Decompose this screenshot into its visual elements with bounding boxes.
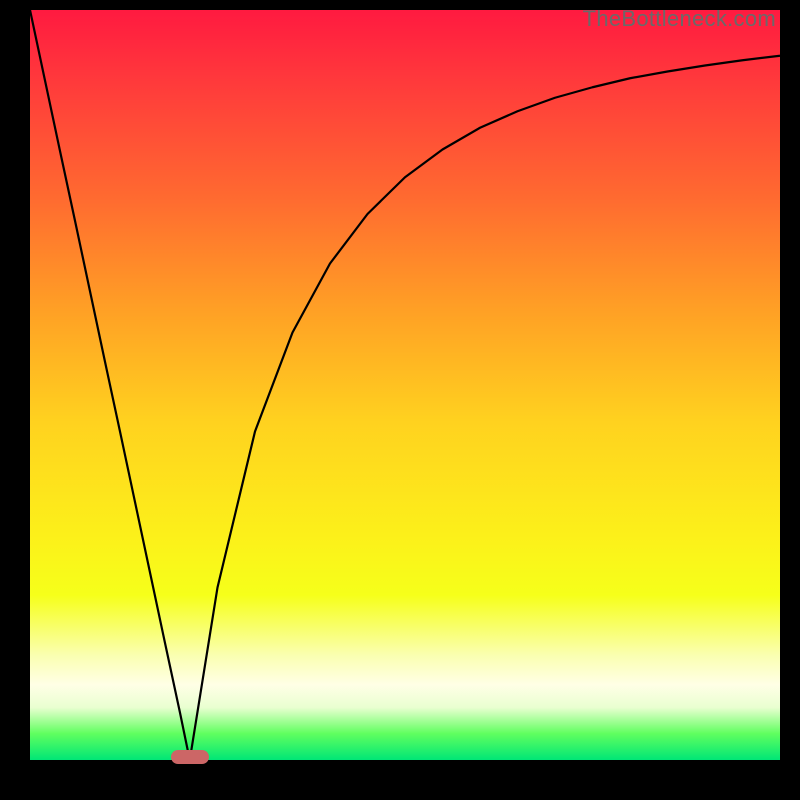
bottleneck-curve <box>30 10 780 760</box>
minimum-marker <box>171 750 209 764</box>
chart-stage: { "watermark": "TheBottleneck.com", "mar… <box>0 0 800 800</box>
plot-area <box>30 10 780 760</box>
watermark-text: TheBottleneck.com <box>583 6 776 32</box>
curve-layer <box>30 10 780 760</box>
